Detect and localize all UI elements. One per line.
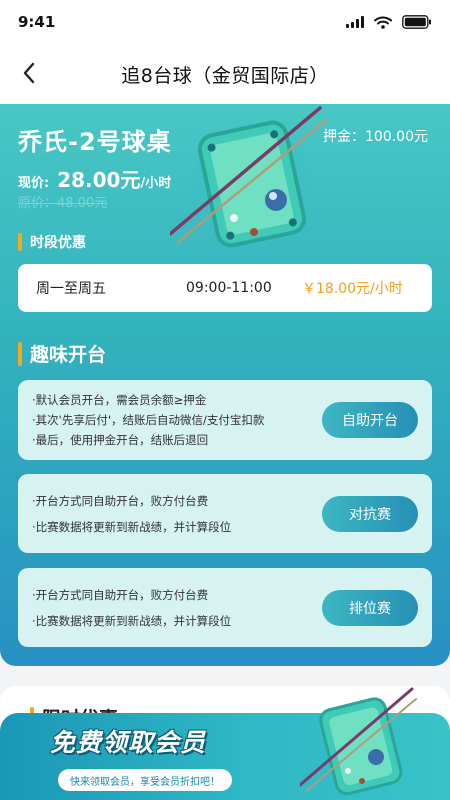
wifi-icon: [374, 16, 392, 29]
current-price-unit: /小时: [140, 176, 172, 191]
heading-accent-bar: [18, 341, 22, 366]
current-price-value: 28.00元: [57, 168, 141, 192]
battery-icon: [402, 15, 431, 29]
current-price-label: 现价:: [18, 176, 50, 191]
fun-open-heading: 趣味开台: [18, 340, 106, 367]
self-service-card: ·默认会员开台，需会员余额≥押金 ·其次'先享后付'，结账后自动微信/支付宝扣款…: [18, 380, 432, 460]
period-discount-title: 时段优惠: [30, 235, 86, 251]
pool-table-illustration: [170, 106, 328, 248]
rule-item: ·默认会员开台，需会员余额≥押金: [32, 393, 207, 407]
rule-item: ·比赛数据将更新到新战绩，并计算段位: [32, 613, 232, 628]
ranked-match-button[interactable]: 排位赛: [322, 589, 418, 626]
rule-item: ·开台方式同自助开台，败方付台费: [32, 493, 209, 508]
back-icon[interactable]: [14, 58, 44, 88]
rule-list: ·开台方式同自助开台，败方付台费 ·比赛数据将更新到新战绩，并计算段位: [32, 582, 322, 634]
fun-open-title: 趣味开台: [30, 344, 107, 366]
status-time: 9:41: [18, 13, 56, 31]
table-detail-card: 乔氏-2号球桌 押金：100.00元 现价: 28.00元 /小时 原价：48.…: [0, 104, 450, 666]
banner-subtitle: 快来领取会员，享受会员折扣吧！: [58, 769, 232, 791]
free-membership-banner[interactable]: 免费领取会员 快来领取会员，享受会员折扣吧！: [0, 687, 450, 800]
rule-item: ·其次'先享后付'，结账后自动微信/支付宝扣款: [32, 413, 265, 427]
current-price: 现价: 28.00元 /小时: [18, 164, 171, 193]
versus-match-button[interactable]: 对抗赛: [322, 495, 418, 532]
table-name: 乔氏-2号球桌: [18, 128, 172, 156]
rule-item: ·最后，使用押金开台，结账后退回: [32, 433, 209, 447]
pool-table-illustration: [300, 687, 417, 796]
status-bar: 9:41: [0, 0, 450, 44]
self-service-button[interactable]: 自助开台: [322, 402, 418, 438]
ranked-match-card: ·开台方式同自助开台，败方付台费 ·比赛数据将更新到新战绩，并计算段位 排位赛: [18, 568, 432, 647]
rule-list: ·开台方式同自助开台，败方付台费 ·比赛数据将更新到新战绩，并计算段位: [32, 488, 322, 540]
status-icons: [346, 15, 432, 29]
original-price: 原价：48.00元: [18, 196, 108, 211]
rule-item: ·比赛数据将更新到新战绩，并计算段位: [32, 519, 232, 534]
nav-bar: 追8台球（金贸国际店）: [0, 44, 450, 104]
banner-title: 免费领取会员: [50, 728, 207, 757]
period-time: 09:00-11:00: [186, 280, 272, 296]
page-title: 追8台球（金贸国际店）: [121, 64, 329, 87]
period-days: 周一至周五: [36, 281, 106, 297]
period-discount-heading: 时段优惠: [18, 232, 86, 252]
period-discount-row: 周一至周五 09:00-11:00 ￥18.00元/小时: [18, 264, 432, 312]
versus-match-card: ·开台方式同自助开台，败方付台费 ·比赛数据将更新到新战绩，并计算段位 对抗赛: [18, 474, 432, 553]
deposit-amount: 押金：100.00元: [323, 129, 428, 145]
cellular-signal-icon: [346, 16, 364, 28]
rule-item: ·开台方式同自助开台，败方付台费: [32, 587, 209, 602]
rule-list: ·默认会员开台，需会员余额≥押金 ·其次'先享后付'，结账后自动微信/支付宝扣款…: [32, 390, 322, 450]
heading-accent-bar: [18, 233, 22, 251]
period-price: ￥18.00元/小时: [302, 281, 403, 297]
